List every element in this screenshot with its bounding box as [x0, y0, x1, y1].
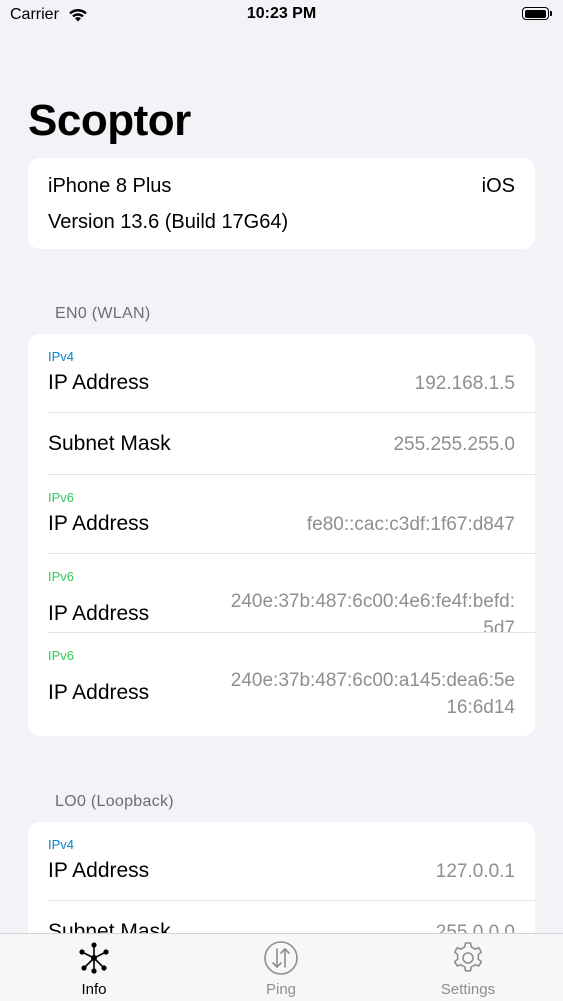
- list-item[interactable]: IPv6 IP Address fe80::cac:c3df:1f67:d847: [28, 475, 535, 553]
- row-value: 240e:37b:487:6c00:4e6:fe4f:befd: 5d7: [231, 588, 515, 632]
- wlan-card: IPv4 IP Address 192.168.1.5 Subnet Mask …: [28, 334, 535, 736]
- ipv6-tag: IPv6: [48, 490, 75, 505]
- list-item[interactable]: IPv6 IP Address 240e:37b:487:6c00:a145:d…: [28, 633, 535, 736]
- row-value-line: 5d7: [483, 618, 515, 632]
- tab-settings[interactable]: Settings: [428, 934, 508, 1001]
- row-value-line: 240e:37b:487:6c00:a145:dea6:5e: [230, 670, 515, 691]
- gear-icon: [453, 942, 483, 972]
- row-value: 255.255.255.0: [393, 434, 515, 455]
- device-version: Version 13.6 (Build 17G64): [48, 211, 289, 233]
- tab-label: Info: [81, 981, 107, 998]
- ipv4-tag: IPv4: [48, 349, 75, 364]
- device-info-card: iPhone 8 Plus iOS Version 13.6 (Build 17…: [28, 158, 535, 249]
- ipv6-tag: IPv6: [48, 569, 75, 584]
- status-bar: Carrier 10:23 PM: [0, 0, 563, 32]
- row-value: 192.168.1.5: [414, 373, 515, 394]
- list-item[interactable]: IPv6 IP Address 240e:37b:487:6c00:4e6:fe…: [28, 554, 535, 632]
- ping-arrows-icon: [264, 941, 298, 975]
- status-time: 10:23 PM: [246, 5, 317, 22]
- row-label: IP Address: [48, 859, 150, 882]
- row-label: IP Address: [48, 602, 150, 625]
- row-value: fe80::cac:c3df:1f67:d847: [306, 514, 515, 535]
- ipv6-tag: IPv6: [48, 648, 75, 663]
- row-label: IP Address: [48, 512, 150, 535]
- section-header-wlan: EN0 (WLAN): [55, 305, 151, 322]
- row-value-line: 16:6d14: [446, 697, 515, 718]
- row-value-line: 240e:37b:487:6c00:4e6:fe4f:befd:: [230, 591, 515, 612]
- row-label: Subnet Mask: [48, 432, 171, 455]
- section-header-loopback: LO0 (Loopback): [55, 793, 174, 810]
- tab-info[interactable]: Info: [54, 934, 134, 1001]
- network-nodes-icon: [79, 942, 109, 974]
- tab-label: Ping: [265, 981, 297, 998]
- battery-icon: [522, 7, 552, 21]
- list-item[interactable]: IPv4 IP Address 192.168.1.5: [28, 334, 535, 412]
- list-item[interactable]: Subnet Mask 255.255.255.0: [28, 413, 535, 474]
- device-os: iOS: [481, 175, 515, 197]
- row-value: 240e:37b:487:6c00:a145:dea6:5e 16:6d14: [231, 667, 515, 721]
- tab-ping[interactable]: Ping: [241, 934, 321, 1001]
- row-value: 127.0.0.1: [435, 861, 515, 882]
- row-label: IP Address: [48, 371, 150, 394]
- tab-bar: Info Ping Settings: [0, 933, 563, 1001]
- ipv4-tag: IPv4: [48, 837, 75, 852]
- row-label: IP Address: [48, 681, 150, 704]
- device-model: iPhone 8 Plus: [48, 175, 172, 197]
- list-item[interactable]: IPv4 IP Address 127.0.0.1: [28, 822, 535, 900]
- page-title: Scoptor: [28, 96, 191, 145]
- tab-label: Settings: [440, 981, 496, 998]
